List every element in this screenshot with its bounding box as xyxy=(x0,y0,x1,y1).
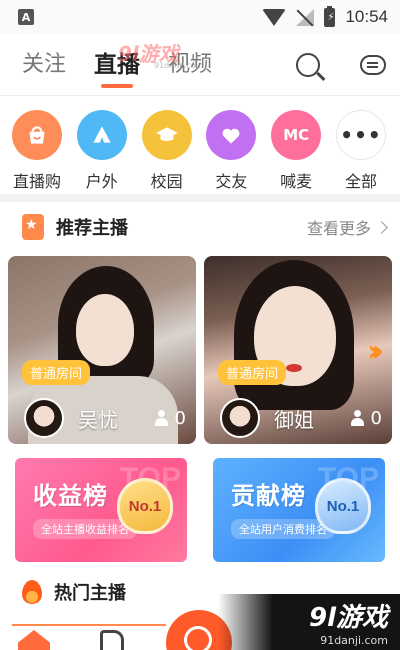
watermark-logo-top: 9l游戏 91danji.com xyxy=(118,38,218,70)
income-rank-banner[interactable]: TOP 收益榜 全站主播收益排名 No.1 xyxy=(15,458,187,562)
category-label: 校园 xyxy=(150,172,183,191)
tent-icon xyxy=(76,110,127,160)
bottom-divider xyxy=(12,624,166,626)
streamer-card[interactable]: 普通房间 吴忧 0 xyxy=(8,256,196,444)
chevron-right-icon xyxy=(375,220,388,234)
streamer-card[interactable]: ›› 普通房间 御姐 0 xyxy=(204,256,392,444)
viewer-count: 0 xyxy=(350,407,382,429)
category-live-shopping[interactable]: 直播购 xyxy=(6,110,68,194)
notification-icon: A xyxy=(18,9,34,25)
app-screen: A ⚡ 10:54 关注 直播 视频 9l游戏 91danji.com 直播购 xyxy=(0,0,400,650)
category-label: 交友 xyxy=(215,172,248,191)
section-title: 热门主播 xyxy=(54,583,126,604)
no-signal-icon xyxy=(296,8,315,26)
category-label: 喊麦 xyxy=(280,172,313,191)
category-label: 全部 xyxy=(344,172,377,191)
watermark-logo-bottom: 9l游戏 91danji.com xyxy=(218,594,400,650)
mc-icon-text: MC xyxy=(283,126,310,144)
more-dots-icon: ••• xyxy=(335,110,386,160)
category-label: 直播购 xyxy=(12,172,61,191)
category-outdoor[interactable]: 户外 xyxy=(71,110,133,194)
watermark-bottom-url: 91danji.com xyxy=(320,634,388,647)
category-label: 户外 xyxy=(85,172,118,191)
watermark-bottom-text: 9l游戏 xyxy=(308,603,388,633)
contribution-rank-banner[interactable]: TOP 贡献榜 全站用户消费排名 No.1 xyxy=(213,458,385,562)
see-more-link[interactable]: 查看更多 xyxy=(306,215,388,239)
streamer-name: 御姐 xyxy=(274,407,314,432)
status-bar: A ⚡ 10:54 xyxy=(0,0,400,34)
wifi-icon xyxy=(262,8,287,26)
category-campus[interactable]: 校园 xyxy=(136,110,198,194)
trophy-badge-icon: No.1 xyxy=(315,478,371,540)
home-icon[interactable] xyxy=(18,630,50,650)
battery-charging-icon: ⚡ xyxy=(324,5,336,27)
category-all[interactable]: ••• 全部 xyxy=(330,110,392,194)
document-icon[interactable] xyxy=(100,630,124,650)
search-icon[interactable] xyxy=(296,52,320,77)
category-dating[interactable]: 交友 xyxy=(200,110,262,194)
person-icon xyxy=(154,410,168,426)
ranking-banners: TOP 收益榜 全站主播收益排名 No.1 TOP 贡献榜 全站用户消费排名 N… xyxy=(0,458,400,562)
room-type-tag: 普通房间 xyxy=(218,360,287,385)
tab-follow[interactable]: 关注 xyxy=(22,34,66,96)
top-nav: 关注 直播 视频 9l游戏 91danji.com xyxy=(0,34,400,96)
streamer-name: 吴忧 xyxy=(78,407,118,432)
person-icon xyxy=(350,410,364,426)
double-arrow-icon: ›› xyxy=(367,334,383,369)
clock: 10:54 xyxy=(345,7,388,26)
category-mc[interactable]: MC 喊麦 xyxy=(265,110,327,194)
star-badge-icon xyxy=(22,214,44,240)
section-title: 推荐主播 xyxy=(56,218,128,239)
see-more-label: 查看更多 xyxy=(306,219,371,238)
viewer-count-value: 0 xyxy=(174,407,186,429)
streamer-cards: 普通房间 吴忧 0 ›› 普通房间 御姐 0 xyxy=(0,256,400,444)
room-type-tag: 普通房间 xyxy=(22,360,91,385)
graduation-cap-icon xyxy=(141,110,192,160)
watermark-top-url: 91danji.com xyxy=(154,61,204,70)
recommended-header: 推荐主播 查看更多 xyxy=(0,202,400,252)
flame-icon xyxy=(22,580,42,604)
shopping-bag-icon xyxy=(12,110,62,160)
hearts-icon xyxy=(206,110,257,160)
viewer-count-value: 0 xyxy=(370,407,382,429)
avatar xyxy=(220,398,260,438)
message-icon[interactable] xyxy=(360,54,386,75)
category-row: 直播购 户外 校园 交友 MC 喊麦 ••• 全部 xyxy=(0,96,400,194)
badge-text: No.1 xyxy=(326,497,360,515)
notification-letter: A xyxy=(21,10,31,24)
mc-icon: MC xyxy=(271,110,322,160)
trophy-badge-icon: No.1 xyxy=(117,478,173,540)
section-divider xyxy=(0,194,400,202)
avatar xyxy=(24,398,64,438)
viewer-count: 0 xyxy=(154,407,186,429)
badge-text: No.1 xyxy=(128,497,162,515)
